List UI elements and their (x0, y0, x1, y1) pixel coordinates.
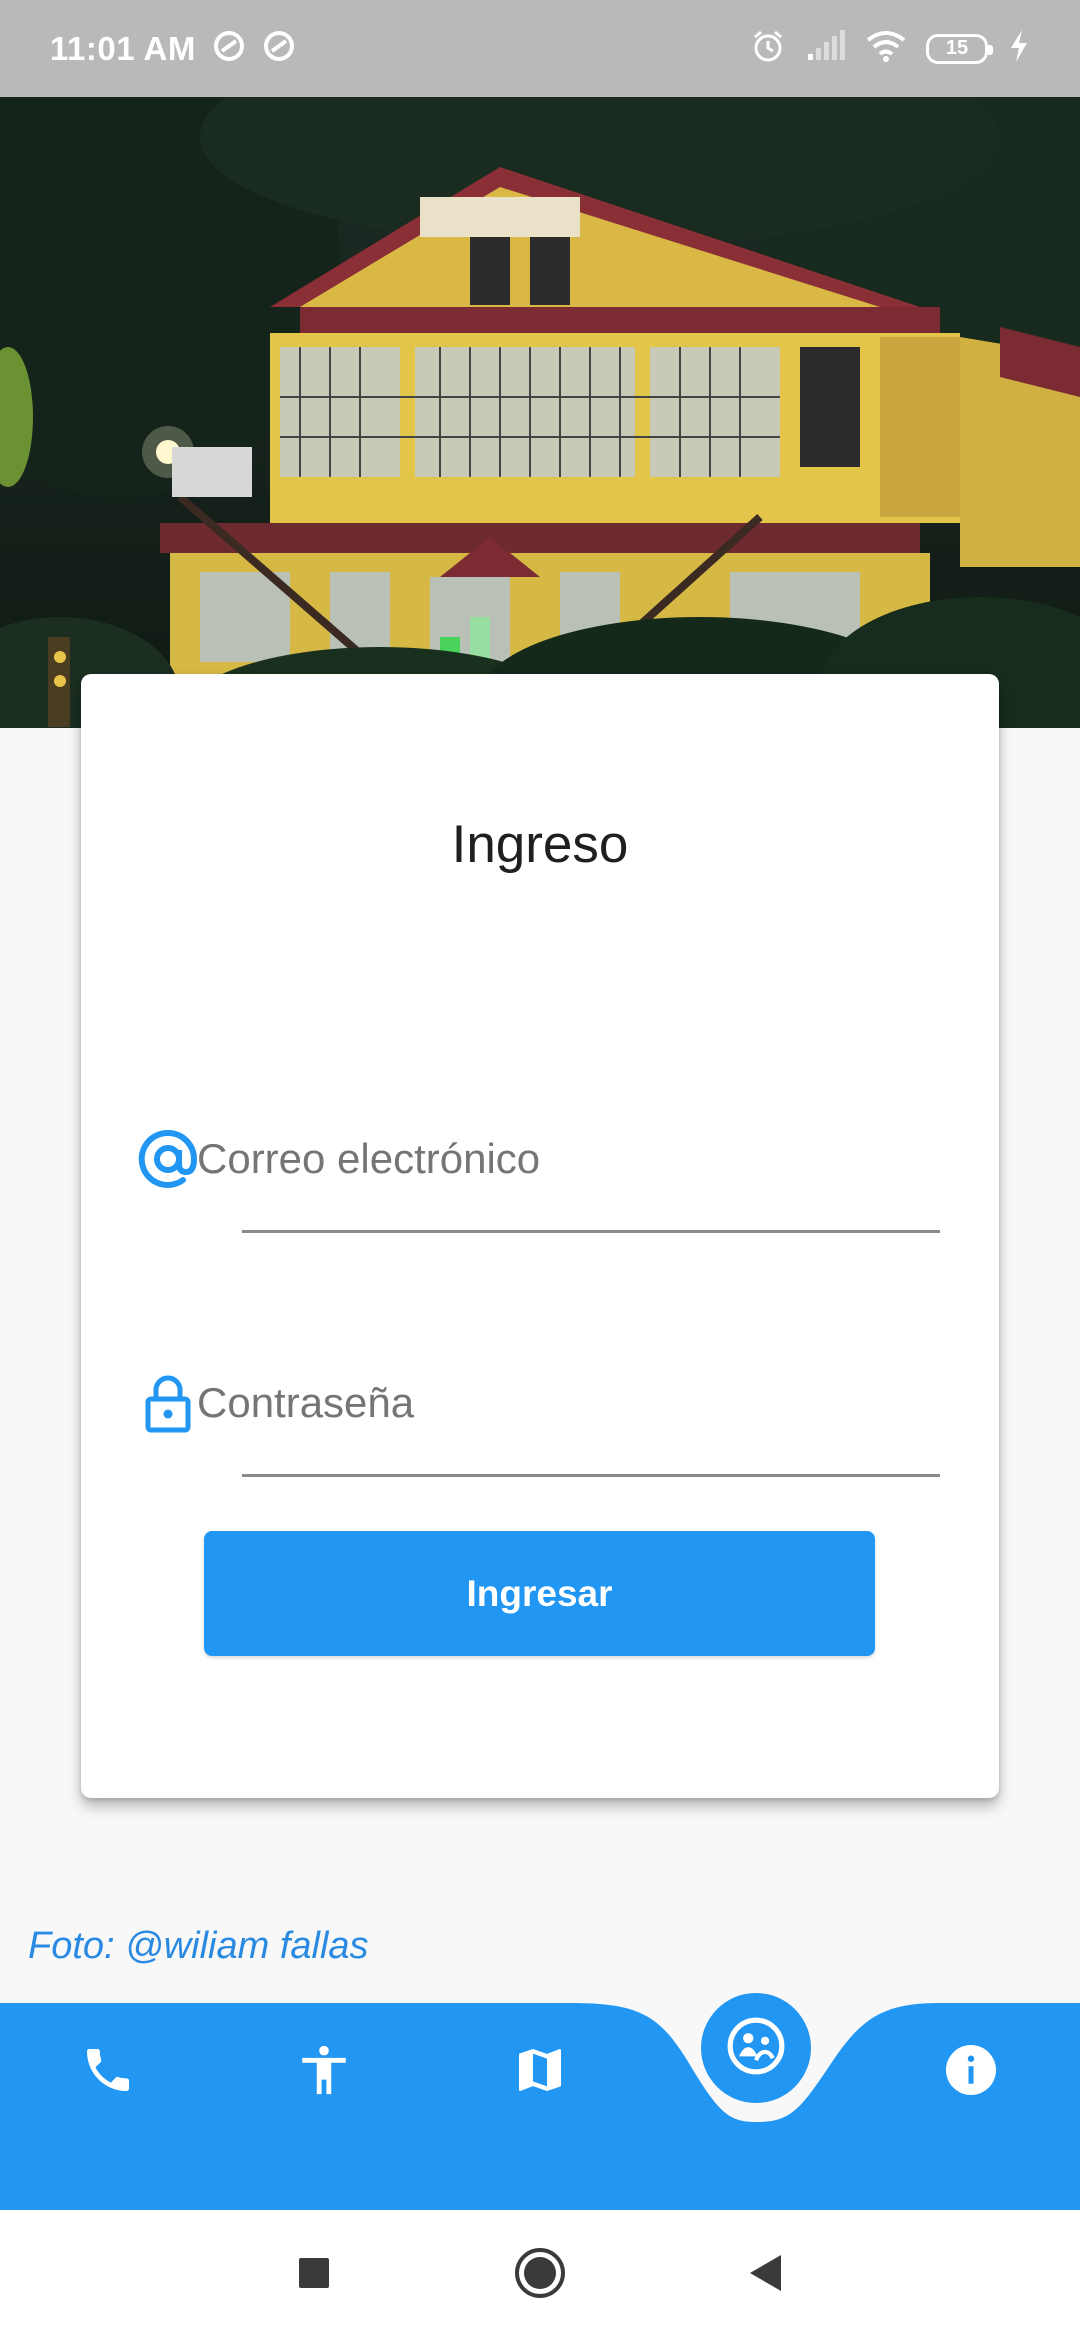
password-input[interactable] (197, 1348, 895, 1458)
login-card: Ingreso Ingresar (81, 674, 999, 1798)
system-navigation-bar (0, 2210, 1080, 2340)
email-input[interactable] (197, 1104, 895, 1214)
nav-social-active[interactable] (701, 1993, 811, 2103)
wifi-icon (866, 30, 906, 67)
social-icon (725, 2015, 787, 2082)
square-icon (297, 2256, 331, 2295)
home-button[interactable] (512, 2247, 568, 2303)
status-time: 11:01 AM (50, 29, 196, 67)
photo-credit: Foto: @wiliam fallas (28, 1925, 369, 1967)
back-button[interactable] (738, 2247, 794, 2303)
info-icon (941, 2040, 1001, 2105)
password-underline (242, 1474, 940, 1477)
password-field-group (137, 1348, 945, 1477)
bottom-navigation (0, 1993, 1080, 2210)
battery-icon: 15 (926, 33, 993, 64)
at-sign-icon (137, 1128, 199, 1190)
nav-call[interactable] (63, 2027, 153, 2117)
vpn-key-icon (262, 29, 296, 68)
status-right: 15 (750, 28, 1030, 69)
phone-icon (80, 2042, 136, 2103)
email-underline (242, 1230, 940, 1233)
status-left: 11:01 AM (50, 29, 296, 68)
nav-accessibility[interactable] (279, 2027, 369, 2117)
building-photo (0, 97, 1080, 728)
hero-image (0, 97, 1080, 728)
login-button[interactable]: Ingresar (204, 1531, 875, 1656)
nav-info[interactable] (926, 2027, 1016, 2117)
vpn-key-icon (212, 29, 246, 68)
page-title: Ingreso (451, 815, 629, 874)
accessibility-icon (295, 2041, 353, 2104)
map-icon (512, 2042, 568, 2103)
circle-icon (513, 2246, 567, 2305)
lock-icon (137, 1372, 199, 1434)
charging-icon (1008, 29, 1030, 68)
status-bar: 11:01 AM 15 (0, 0, 1080, 97)
signal-icon (806, 30, 846, 67)
recents-button[interactable] (286, 2247, 342, 2303)
email-field-group (137, 1104, 945, 1233)
nav-map[interactable] (495, 2027, 585, 2117)
triangle-back-icon (747, 2253, 785, 2298)
alarm-icon (750, 28, 786, 69)
